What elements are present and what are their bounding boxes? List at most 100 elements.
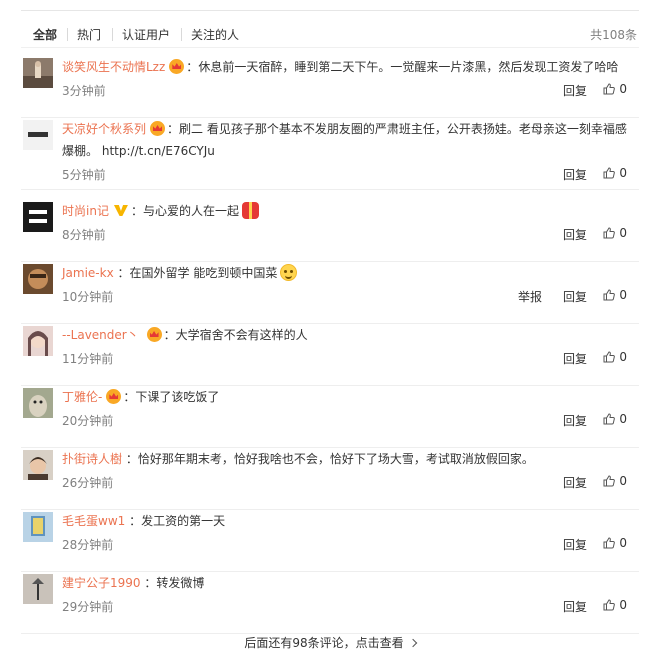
comment-text: 时尚in记 ：与心爱的人在一起 — [62, 200, 627, 222]
comment-username[interactable]: 丁雅伦- — [62, 390, 102, 404]
reply-button[interactable]: 回复 — [563, 474, 587, 491]
reply-button[interactable]: 回复 — [563, 82, 587, 99]
comment-divider — [21, 189, 639, 190]
like-count: 0 — [619, 350, 627, 364]
thumbs-up-icon — [603, 351, 616, 363]
like-button[interactable]: 0 — [603, 350, 627, 364]
comment-item: 扑街诗人樹 ：恰好那年期末考，恰好我啥也不会，恰好下了场大雪，考试取消放假回家。… — [21, 448, 639, 510]
like-button[interactable]: 0 — [603, 474, 627, 488]
comment-item: 时尚in记 ：与心爱的人在一起 8分钟前 回复 0 — [21, 200, 639, 262]
comment-time: 11分钟前 — [62, 352, 114, 366]
like-count: 0 — [619, 166, 627, 180]
comment-text: 毛毛蛋ww1 ：发工资的第一天 — [62, 514, 226, 528]
comment-total-count: 共108条 — [590, 28, 637, 42]
like-count: 0 — [619, 598, 627, 612]
tab-following[interactable]: 关注的人 — [191, 26, 239, 43]
like-button[interactable]: 0 — [603, 598, 627, 612]
avatar[interactable] — [23, 574, 53, 604]
like-button[interactable]: 0 — [603, 226, 627, 240]
comment-text: 天凉好个秋系列 ：刷⼆ 看见孩子那个基本不发朋友圈的严肃班主任，公开表扬娃。老母亲… — [62, 121, 627, 158]
top-divider — [21, 10, 639, 11]
avatar[interactable] — [23, 58, 53, 88]
member-crown-icon — [106, 389, 122, 404]
avatar[interactable] — [23, 450, 53, 480]
comment-text: 谈笑风生不动情Lzz ：休息前一天宿醉，睡到第二天下午。一觉醒来一片漆黑，然后发现… — [62, 59, 619, 74]
comment-time: 8分钟前 — [62, 228, 106, 242]
comment-username[interactable]: 建宁公子1990 — [62, 576, 141, 590]
tab-hot[interactable]: 热门 — [77, 26, 101, 43]
comment-body: 休息前一天宿醉，睡到第二天下午。一觉醒来一片漆黑，然后发现工资发了哈哈 — [198, 60, 619, 74]
comment-item: 谈笑风生不动情Lzz ：休息前一天宿醉，睡到第二天下午。一觉醒来一片漆黑，然后发现… — [21, 56, 639, 118]
tab-separator — [112, 28, 113, 41]
member-crown-icon — [169, 59, 185, 74]
comment-username[interactable]: 天凉好个秋系列 — [62, 122, 146, 136]
chevron-right-icon — [408, 638, 417, 648]
like-count: 0 — [619, 226, 627, 240]
avatar[interactable] — [23, 264, 53, 294]
like-button[interactable]: 0 — [603, 82, 627, 96]
like-count: 0 — [619, 412, 627, 426]
comment-text: 扑街诗人樹 ：恰好那年期末考，恰好我啥也不会，恰好下了场大雪，考试取消放假回家。 — [62, 452, 534, 466]
load-more-label: 后面还有98条评论，点击查看 — [244, 636, 404, 650]
reply-button[interactable]: 回复 — [563, 226, 587, 243]
comment-text: 丁雅伦- ：下课了该吃饭了 — [62, 389, 220, 404]
report-button[interactable]: 举报 — [518, 288, 542, 305]
avatar[interactable] — [23, 326, 53, 356]
like-button[interactable]: 0 — [603, 412, 627, 426]
comment-time: 28分钟前 — [62, 538, 114, 552]
reply-button[interactable]: 回复 — [563, 166, 587, 183]
comment-username[interactable]: 时尚in记 — [62, 204, 109, 218]
comment-filter-tabs: 全部 热门 认证用户 关注的人 共108条 — [21, 24, 639, 44]
like-count: 0 — [619, 474, 627, 488]
comment-time: 5分钟前 — [62, 168, 106, 182]
comment-time: 20分钟前 — [62, 414, 114, 428]
thumbs-up-icon — [603, 537, 616, 549]
comment-username[interactable]: Jamie-kx — [62, 266, 114, 280]
like-button[interactable]: 0 — [603, 166, 627, 180]
member-crown-icon — [146, 327, 162, 342]
comment-item: 天凉好个秋系列 ：刷⼆ 看见孩子那个基本不发朋友圈的严肃班主任，公开表扬娃。老母亲… — [21, 118, 639, 190]
thumbs-up-icon — [603, 227, 616, 239]
reply-button[interactable]: 回复 — [563, 536, 587, 553]
comment-time: 3分钟前 — [62, 84, 106, 98]
comment-body: 在国外留学 能吃到顿中国菜 — [129, 266, 278, 280]
comment-item: 丁雅伦- ：下课了该吃饭了 20分钟前 回复 0 — [21, 386, 639, 448]
comment-item: --Lavender丶 ：大学宿舍不会有这样的人 11分钟前 回复 0 — [21, 324, 639, 386]
comment-username[interactable]: 毛毛蛋ww1 — [62, 514, 125, 528]
comment-text: 建宁公子1990 ：转发微博 — [62, 576, 205, 590]
comment-body: 下课了该吃饭了 — [135, 390, 220, 404]
comment-item: 建宁公子1990 ：转发微博 29分钟前 回复 0 — [21, 572, 639, 634]
gift-emoji-icon — [241, 202, 259, 219]
verified-v-icon — [113, 203, 129, 218]
avatar[interactable] — [23, 512, 53, 542]
comment-time: 29分钟前 — [62, 600, 114, 614]
comment-username[interactable]: --Lavender丶 — [62, 328, 139, 342]
comment-text: Jamie-kx ：在国外留学 能吃到顿中国菜 — [62, 262, 627, 284]
reply-button[interactable]: 回复 — [563, 412, 587, 429]
reply-button[interactable]: 回复 — [563, 350, 587, 367]
tab-separator — [67, 28, 68, 41]
comment-body: 转发微博 — [156, 576, 205, 590]
comment-body: 发工资的第一天 — [141, 514, 226, 528]
comment-link[interactable]: http://t.cn/E76CYJu — [102, 144, 215, 158]
comment-text: --Lavender丶 ：大学宿舍不会有这样的人 — [62, 327, 308, 342]
load-more-comments-link[interactable]: 后面还有98条评论，点击查看 — [21, 634, 639, 651]
comment-item: Jamie-kx ：在国外留学 能吃到顿中国菜 10分钟前 举报 回复 0 — [21, 262, 639, 324]
like-button[interactable]: 0 — [603, 536, 627, 550]
avatar[interactable] — [23, 388, 53, 418]
avatar[interactable] — [23, 120, 53, 150]
comment-username[interactable]: 谈笑风生不动情Lzz — [62, 60, 165, 74]
comment-body: 恰好那年期末考，恰好我啥也不会，恰好下了场大雪，考试取消放假回家。 — [137, 452, 534, 466]
comment-panel: 全部 热门 认证用户 关注的人 共108条 谈笑风生不动情Lzz ：休息前一天宿醉… — [21, 10, 639, 664]
tab-all[interactable]: 全部 — [33, 26, 57, 43]
reply-button[interactable]: 回复 — [563, 288, 587, 305]
like-count: 0 — [619, 536, 627, 550]
avatar[interactable] — [23, 202, 53, 232]
thumbs-up-icon — [603, 413, 616, 425]
reply-button[interactable]: 回复 — [563, 598, 587, 615]
comment-time: 10分钟前 — [62, 290, 114, 304]
thumbs-up-icon — [603, 167, 616, 179]
tab-verified-users[interactable]: 认证用户 — [122, 26, 170, 43]
comment-username[interactable]: 扑街诗人樹 — [62, 452, 122, 466]
like-button[interactable]: 0 — [603, 288, 627, 302]
